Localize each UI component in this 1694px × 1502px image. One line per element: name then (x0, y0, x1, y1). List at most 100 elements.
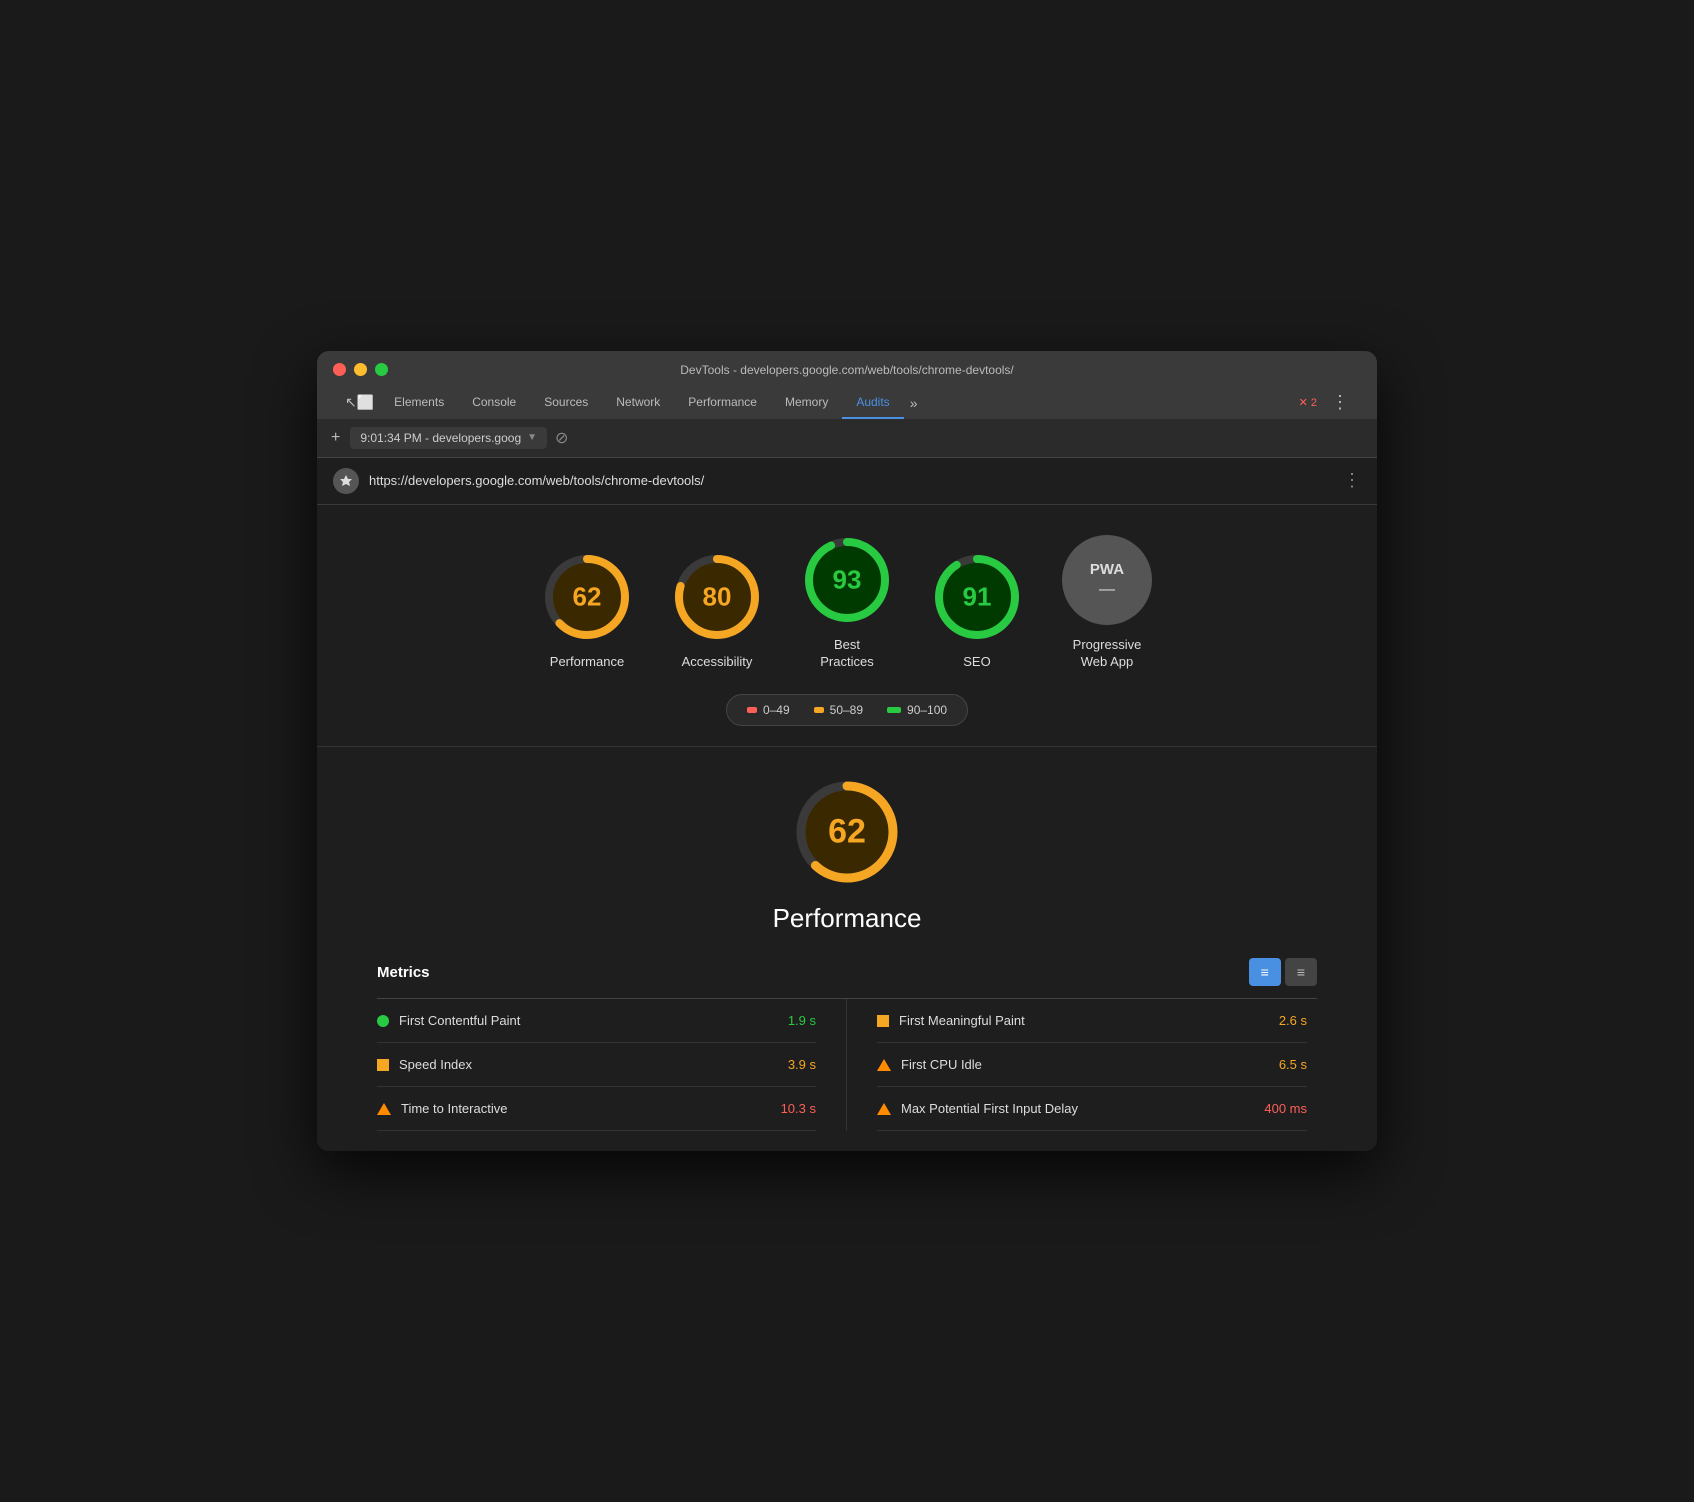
fmp-icon (877, 1015, 889, 1027)
fmp-name: First Meaningful Paint (899, 1013, 1269, 1028)
best-practices-score-value: 93 (833, 564, 862, 595)
inspect-icon: ⬜ (357, 394, 374, 411)
devtools-content: https://developers.google.com/web/tools/… (317, 458, 1377, 1152)
timestamp-text: 9:01:34 PM - developers.goog (360, 431, 521, 445)
window-controls[interactable] (333, 363, 388, 376)
pwa-text: PWA (1090, 561, 1124, 578)
tab-console[interactable]: Console (458, 387, 530, 419)
fcp-value: 1.9 s (788, 1013, 816, 1028)
legend-red-label: 0–49 (763, 703, 790, 717)
metrics-header: Metrics ≡ ≡ (377, 958, 1317, 986)
error-icon: ✕ (1299, 396, 1308, 409)
metrics-toggle[interactable]: ≡ ≡ (1249, 958, 1317, 986)
si-icon (377, 1059, 389, 1071)
devtools-more-icon[interactable]: ⋮ (1331, 392, 1349, 413)
metrics-title: Metrics (377, 964, 430, 981)
legend-green: 90–100 (887, 703, 947, 717)
metrics-grid: First Contentful Paint 1.9 s Speed Index… (377, 999, 1317, 1131)
perf-title: Performance (773, 903, 922, 934)
score-best-practices: 93 Best Practices (802, 535, 892, 671)
legend-red-dot (747, 707, 757, 713)
metric-first-cpu-idle: First CPU Idle 6.5 s (877, 1043, 1307, 1087)
tab-elements[interactable]: Elements (380, 387, 458, 419)
minimize-button[interactable] (354, 363, 367, 376)
fci-value: 6.5 s (1279, 1057, 1307, 1072)
devtools-url-bar: https://developers.google.com/web/tools/… (317, 458, 1377, 505)
maximize-button[interactable] (375, 363, 388, 376)
legend-red: 0–49 (747, 703, 790, 717)
pwa-dash: — (1099, 582, 1115, 598)
accessibility-score-label: Accessibility (682, 654, 753, 671)
fci-name: First CPU Idle (901, 1057, 1269, 1072)
metric-first-meaningful-paint: First Meaningful Paint 2.6 s (877, 999, 1307, 1043)
legend-orange: 50–89 (814, 703, 863, 717)
toggle-grid-button[interactable]: ≡ (1249, 958, 1281, 986)
tab-network[interactable]: Network (602, 387, 674, 419)
tti-icon (377, 1103, 391, 1115)
devtools-url-text: https://developers.google.com/web/tools/… (369, 473, 1333, 488)
performance-detail-section: 62 Performance Metrics ≡ ≡ (317, 746, 1377, 1151)
legend-green-dot (887, 707, 901, 713)
dropdown-icon[interactable]: ▼ (527, 432, 537, 443)
address-text: 9:01:34 PM - developers.goog ▼ (350, 427, 547, 449)
scores-row: 62 Performance 80 Accessibility (542, 535, 1152, 671)
seo-score-label: SEO (963, 654, 990, 671)
tti-value: 10.3 s (781, 1101, 816, 1116)
metric-speed-index: Speed Index 3.9 s (377, 1043, 816, 1087)
fcp-icon (377, 1015, 389, 1027)
performance-score-label: Performance (550, 654, 624, 671)
metric-time-to-interactive: Time to Interactive 10.3 s (377, 1087, 816, 1131)
title-bar: DevTools - developers.google.com/web/too… (317, 351, 1377, 419)
fcp-name: First Contentful Paint (399, 1013, 778, 1028)
accessibility-circle: 80 (672, 552, 762, 642)
metrics-right-column: First Meaningful Paint 2.6 s First CPU I… (847, 999, 1317, 1131)
si-value: 3.9 s (788, 1057, 816, 1072)
best-practices-circle: 93 (802, 535, 892, 625)
fmp-value: 2.6 s (1279, 1013, 1307, 1028)
close-button[interactable] (333, 363, 346, 376)
best-practices-score-label: Best Practices (820, 637, 873, 671)
tab-sources[interactable]: Sources (530, 387, 602, 419)
legend-orange-label: 50–89 (830, 703, 863, 717)
tti-name: Time to Interactive (401, 1101, 771, 1116)
more-tabs-button[interactable]: » (904, 387, 924, 419)
metric-max-potential-fid: Max Potential First Input Delay 400 ms (877, 1087, 1307, 1131)
error-count: 2 (1311, 397, 1317, 409)
tab-memory[interactable]: Memory (771, 387, 842, 419)
legend-green-label: 90–100 (907, 703, 947, 717)
score-seo: 91 SEO (932, 552, 1022, 671)
performance-score-value: 62 (573, 581, 602, 612)
devtools-url-more-icon[interactable]: ⋮ (1343, 470, 1361, 491)
new-tab-button[interactable]: + (329, 427, 342, 449)
devtools-tabs: ↖ ⬜ Elements Console Sources Network Per… (333, 387, 1361, 419)
error-badge: ✕ 2 (1293, 394, 1323, 411)
pwa-circle: PWA — (1062, 535, 1152, 625)
fci-icon (877, 1059, 891, 1071)
perf-score-value: 62 (828, 813, 866, 852)
metrics-left-column: First Contentful Paint 1.9 s Speed Index… (377, 999, 847, 1131)
score-pwa: PWA — Progressive Web App (1062, 535, 1152, 671)
seo-score-value: 91 (963, 581, 992, 612)
metrics-section: Metrics ≡ ≡ First Contentful Paint 1.9 s (377, 958, 1317, 1131)
legend-orange-dot (814, 707, 824, 713)
lighthouse-icon (333, 468, 359, 494)
mpfid-value: 400 ms (1264, 1101, 1307, 1116)
toggle-list-button[interactable]: ≡ (1285, 958, 1317, 986)
legend: 0–49 50–89 90–100 (726, 694, 968, 726)
score-performance: 62 Performance (542, 552, 632, 671)
accessibility-score-value: 80 (703, 581, 732, 612)
si-name: Speed Index (399, 1057, 778, 1072)
perf-score-circle: 62 (792, 777, 902, 887)
window-title: DevTools - developers.google.com/web/too… (680, 363, 1014, 377)
block-icon[interactable]: ⊘ (555, 428, 568, 448)
cursor-icon: ↖ (345, 394, 357, 411)
mpfid-icon (877, 1103, 891, 1115)
score-accessibility: 80 Accessibility (672, 552, 762, 671)
tab-performance[interactable]: Performance (674, 387, 771, 419)
metric-first-contentful-paint: First Contentful Paint 1.9 s (377, 999, 816, 1043)
seo-circle: 91 (932, 552, 1022, 642)
mpfid-name: Max Potential First Input Delay (901, 1101, 1254, 1116)
tab-audits[interactable]: Audits (842, 387, 903, 419)
address-bar: + 9:01:34 PM - developers.goog ▼ ⊘ (317, 419, 1377, 458)
tabs-right: ✕ 2 ⋮ (1293, 392, 1349, 413)
